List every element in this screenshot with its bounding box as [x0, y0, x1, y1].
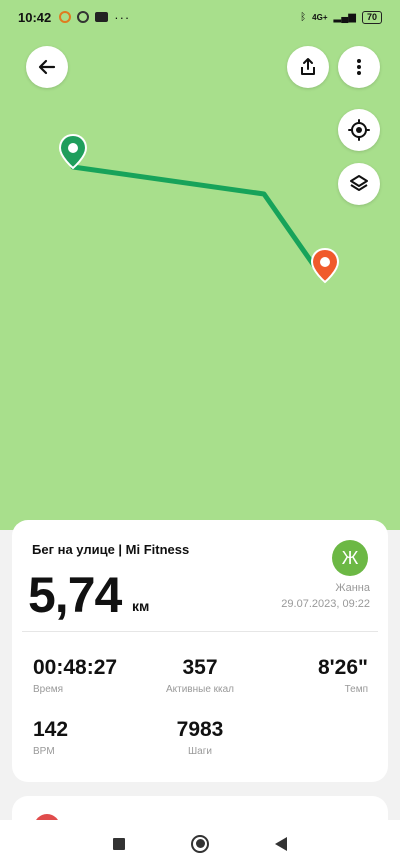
stat-steps: 7983 Шаги — [150, 718, 250, 757]
layers-icon — [350, 175, 368, 191]
user-name: Жанна — [335, 582, 370, 594]
avatar[interactable]: Ж — [332, 540, 368, 576]
workout-summary-card: Бег на улице | Mi Fitness 5,74 км Ж Жанн… — [12, 520, 388, 782]
start-marker-icon — [59, 134, 87, 170]
end-marker-icon — [311, 248, 339, 284]
stat-pace-value: 8'26" — [318, 656, 368, 679]
back-button[interactable] — [26, 46, 68, 88]
status-bar: 10:42 ··· ᛒ 4G+ ▂▄▆ 70 — [0, 0, 400, 34]
battery-indicator: 70 — [361, 10, 382, 24]
youtube-icon — [95, 12, 109, 22]
locate-icon — [348, 119, 370, 141]
share-button[interactable] — [287, 46, 329, 88]
layers-button[interactable] — [338, 163, 380, 205]
stat-steps-value: 7983 — [176, 718, 224, 741]
workout-datetime: 29.07.2023, 09:22 — [281, 598, 370, 610]
status-time: 10:42 — [18, 9, 52, 25]
stat-bpm-value: 142 — [33, 718, 69, 741]
stat-pace: 8'26" Темп — [318, 656, 368, 695]
stat-time-label: Время — [33, 684, 64, 695]
stat-calories: 357 Активные ккал — [150, 656, 250, 695]
chrome-icon — [77, 11, 90, 23]
more-dots-icon: ··· — [114, 9, 131, 25]
stat-pace-label: Темп — [344, 684, 368, 695]
signal-icon: ▂▄▆ — [333, 11, 356, 23]
stat-calories-value: 357 — [182, 656, 218, 679]
distance-value: 5,74 — [28, 567, 122, 623]
locate-button[interactable] — [338, 109, 380, 151]
activity-title: Бег на улице | Mi Fitness — [32, 542, 190, 557]
home-icon[interactable] — [191, 834, 209, 853]
share-icon — [301, 58, 315, 75]
stat-calories-label: Активные ккал — [165, 684, 235, 695]
divider — [22, 631, 378, 632]
stat-bpm: 142 BPM — [33, 718, 68, 757]
stat-bpm-label: BPM — [33, 746, 55, 757]
system-nav-bar — [0, 820, 400, 867]
stat-time-value: 00:48:27 — [33, 656, 118, 679]
more-button[interactable] — [338, 46, 380, 88]
network-type: 4G+ — [312, 12, 328, 22]
more-vertical-icon — [357, 59, 361, 75]
bluetooth-icon: ᛒ — [300, 11, 307, 23]
stat-time: 00:48:27 Время — [33, 656, 117, 695]
back-icon[interactable] — [275, 836, 287, 851]
stat-steps-label: Шаги — [188, 746, 212, 757]
arrow-left-icon — [38, 59, 56, 75]
ring-app-icon — [59, 11, 72, 23]
distance-unit: км — [132, 598, 150, 614]
recents-icon[interactable] — [113, 837, 125, 850]
